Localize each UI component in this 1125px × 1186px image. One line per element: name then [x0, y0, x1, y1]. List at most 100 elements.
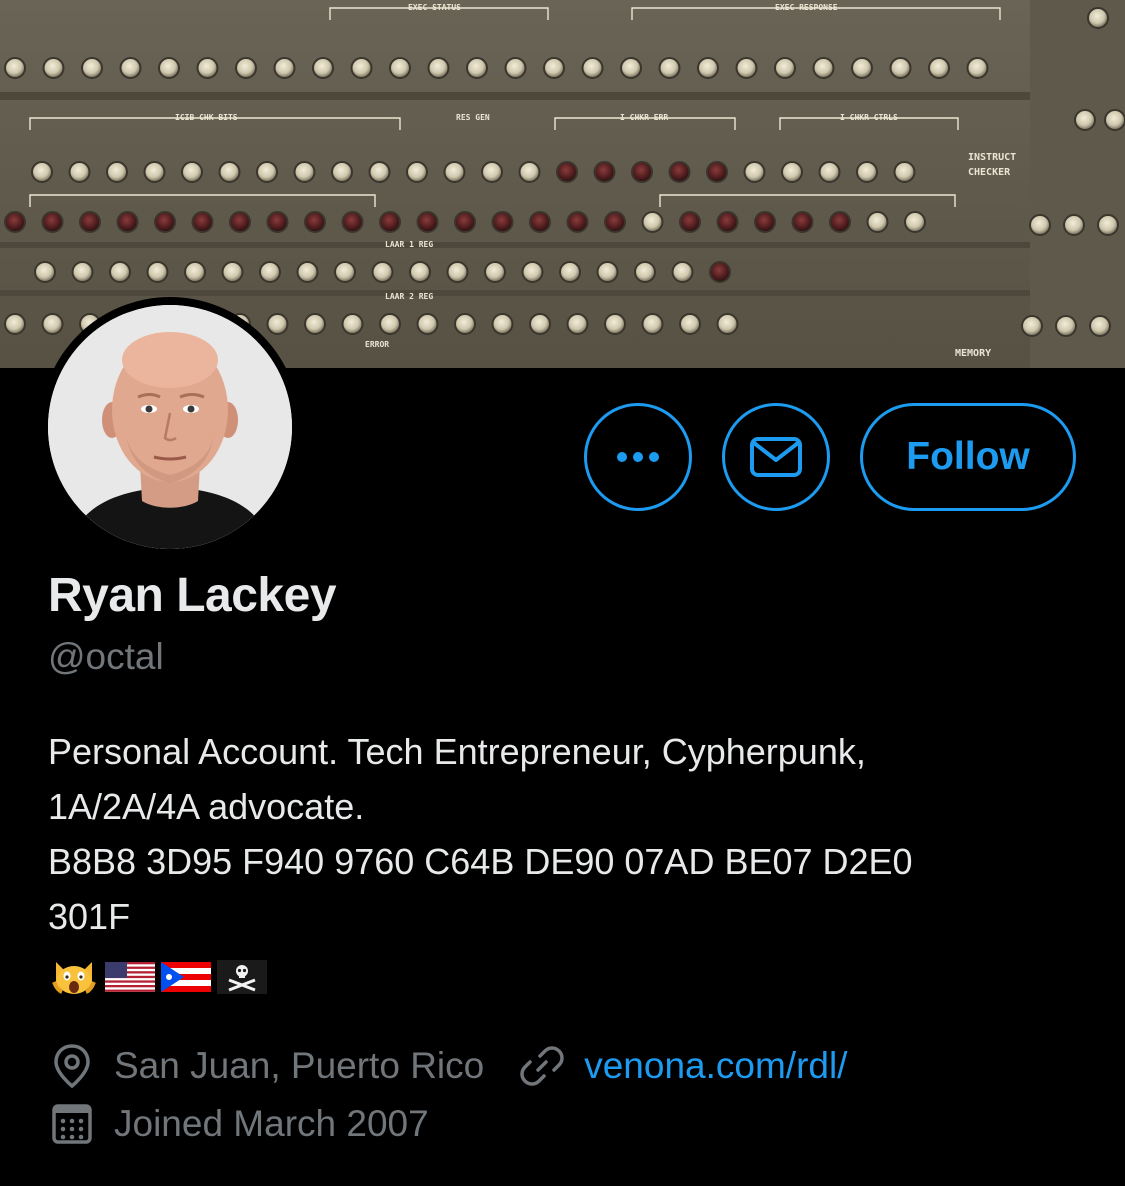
panel-lamp — [331, 161, 353, 183]
panel-lamp — [196, 57, 219, 79]
bio-line: 1A/2A/4A advocate. — [48, 786, 365, 827]
panel-lamp — [41, 211, 64, 233]
panel-lamp — [379, 211, 401, 233]
panel-lamp — [829, 211, 851, 233]
panel-lamp — [743, 161, 766, 183]
banner-label: CHECKER — [968, 167, 1011, 178]
us-flag-emoji — [105, 962, 155, 992]
panel-lamp — [556, 161, 578, 183]
panel-lamp — [68, 161, 91, 183]
panel-lamp — [529, 313, 551, 335]
panel-lamp — [631, 161, 653, 183]
more-icon — [617, 452, 659, 462]
profile-meta-location-website: San Juan, Puerto Rico venona.com/rdl/ — [48, 1042, 847, 1090]
panel-lamp — [42, 57, 65, 79]
panel-lamp — [1029, 214, 1051, 236]
bio-emojis — [48, 956, 268, 996]
panel-lamp — [966, 57, 989, 79]
screaming-cat-emoji — [52, 962, 96, 994]
more-options-button[interactable] — [584, 403, 692, 511]
panel-lamp — [716, 313, 739, 335]
panel-lamp — [371, 261, 394, 283]
panel-lamp — [928, 57, 950, 79]
panel-lamp — [341, 313, 364, 335]
banner-label: ERROR — [365, 340, 389, 349]
panel-lamp — [851, 57, 873, 79]
panel-lamp — [158, 57, 180, 79]
bio-line: 301F — [48, 896, 131, 937]
panel-lamp — [706, 161, 728, 183]
profile-website-link[interactable]: venona.com/rdl/ — [584, 1045, 847, 1087]
panel-lamp — [697, 57, 719, 79]
panel-lamp — [1104, 109, 1125, 131]
panel-lamp — [389, 57, 411, 79]
panel-lamp — [596, 261, 619, 283]
panel-lamp — [368, 161, 391, 183]
panel-lamp — [116, 211, 139, 233]
panel-lamp — [491, 211, 514, 233]
panel-lamp — [491, 313, 514, 335]
profile-bio: Personal Account. Tech Entrepreneur, Cyp… — [48, 724, 1088, 944]
panel-lamp — [1055, 315, 1077, 337]
profile-avatar[interactable] — [40, 297, 300, 557]
panel-lamp — [604, 313, 626, 335]
location-pin-icon — [54, 1044, 90, 1089]
panel-lamp — [484, 261, 506, 283]
panel-lamp — [634, 261, 656, 283]
panel-lamp — [1087, 7, 1109, 29]
panel-lamp — [259, 261, 281, 283]
banner-label: INSTRUCT — [968, 152, 1016, 163]
panel-lamp — [754, 211, 776, 233]
panel-lamp — [709, 261, 731, 283]
panel-lamp — [379, 313, 401, 335]
panel-lamp — [304, 211, 326, 233]
panel-lamp — [181, 161, 203, 183]
profile-joined-date: Joined March 2007 — [114, 1103, 429, 1144]
message-button[interactable] — [722, 403, 830, 511]
panel-lamp — [521, 261, 544, 283]
panel-lamp — [620, 57, 642, 79]
panel-lamp — [427, 57, 450, 79]
panel-lamp — [581, 57, 604, 79]
panel-lamp — [4, 211, 26, 233]
profile-meta-joined: Joined March 2007 — [48, 1100, 429, 1148]
panel-lamp — [641, 313, 664, 335]
panel-lamp — [416, 211, 439, 233]
panel-lamp — [593, 161, 616, 183]
display-name: Ryan Lackey — [48, 569, 337, 622]
panel-lamp — [1074, 109, 1096, 131]
panel-lamp — [71, 261, 94, 283]
panel-lamp — [1021, 315, 1043, 337]
panel-lamp — [41, 313, 64, 335]
panel-lamp — [266, 313, 289, 335]
panel-lamp — [4, 313, 26, 335]
panel-lamp — [79, 211, 101, 233]
panel-lamp — [109, 261, 131, 283]
panel-lamp — [668, 161, 691, 183]
link-icon — [520, 1046, 564, 1086]
panel-lamp — [466, 57, 488, 79]
panel-lamp — [409, 261, 431, 283]
mail-icon — [750, 437, 802, 477]
panel-lamp — [481, 161, 503, 183]
calendar-icon — [52, 1104, 92, 1144]
bio-line: Personal Account. Tech Entrepreneur, Cyp… — [48, 731, 866, 772]
panel-lamp — [566, 211, 589, 233]
panel-lamp — [604, 211, 626, 233]
panel-lamp — [559, 261, 581, 283]
panel-lamp — [671, 261, 694, 283]
panel-lamp — [229, 211, 251, 233]
panel-lamp — [304, 313, 326, 335]
panel-lamp — [143, 161, 166, 183]
panel-lamp — [529, 211, 551, 233]
panel-lamp — [679, 211, 701, 233]
panel-lamp — [256, 161, 278, 183]
panel-lamp — [1097, 214, 1119, 236]
panel-lamp — [543, 57, 565, 79]
panel-lamp — [416, 313, 439, 335]
panel-lamp — [1089, 315, 1111, 337]
panel-lamp — [866, 211, 889, 233]
follow-button[interactable]: Follow — [860, 403, 1076, 511]
panel-lamp — [235, 57, 257, 79]
panel-lamp — [406, 161, 428, 183]
